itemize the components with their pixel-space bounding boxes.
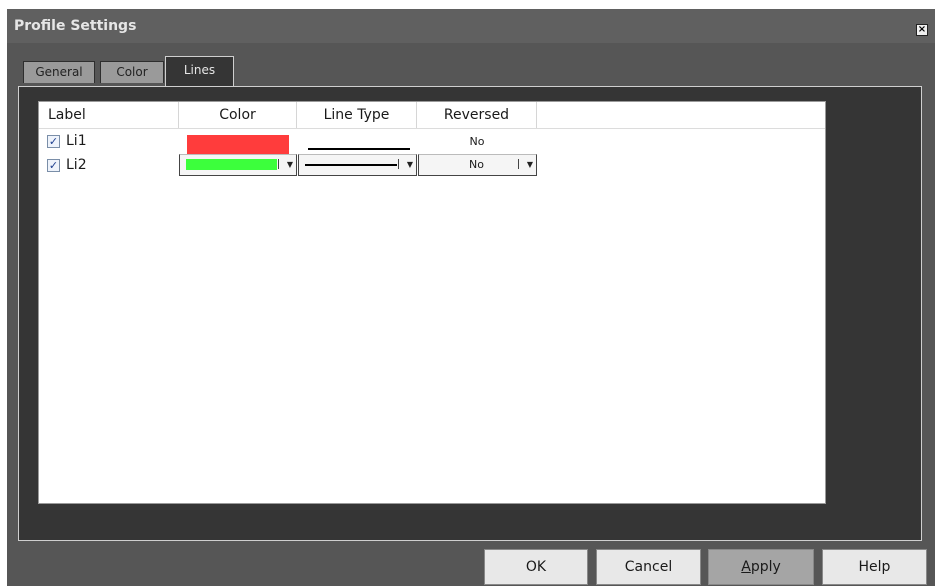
column-header-color[interactable]: Color [179, 102, 297, 128]
ok-button[interactable]: OK [484, 549, 588, 585]
cancel-button[interactable]: Cancel [596, 549, 701, 585]
li2-label: Li2 [66, 157, 87, 173]
li2-checkbox[interactable]: ✓ [47, 159, 60, 172]
grid-header: Label Color Line Type Reversed [39, 102, 825, 129]
chevron-down-icon[interactable]: ▼ [277, 157, 293, 173]
grid-row-li2[interactable]: ✓ Li2 ▼ ▼ No ▼ [39, 154, 825, 178]
help-button[interactable]: Help [822, 549, 927, 585]
apply-label-rest: pply [750, 559, 781, 575]
li1-color-swatch[interactable] [187, 135, 289, 156]
chevron-down-icon[interactable]: ▼ [397, 157, 413, 173]
tab-color[interactable]: Color [100, 61, 164, 83]
chevron-down-icon[interactable]: ▼ [517, 157, 533, 173]
lines-grid: Label Color Line Type Reversed ✓ Li1 No … [38, 101, 826, 504]
li1-reversed-value[interactable]: No [417, 135, 537, 148]
close-button[interactable]: × [916, 24, 928, 36]
title-bar: Profile Settings × [7, 9, 935, 43]
li2-line-type-sample [305, 164, 397, 166]
li2-line-type-dropdown[interactable]: ▼ [298, 154, 417, 176]
li2-color-swatch [186, 159, 277, 170]
profile-settings-dialog: Profile Settings × General Color Lines L… [7, 9, 935, 586]
column-header-label[interactable]: Label [39, 102, 179, 128]
li1-label: Li1 [66, 133, 87, 149]
li2-reversed-dropdown[interactable]: No ▼ [418, 154, 537, 176]
column-header-reversed[interactable]: Reversed [417, 102, 537, 128]
apply-mnemonic: A [741, 559, 751, 575]
li2-reversed-value: No [469, 158, 484, 171]
tab-general[interactable]: General [23, 61, 95, 83]
window-title: Profile Settings [14, 18, 137, 34]
column-header-line-type[interactable]: Line Type [297, 102, 417, 128]
grid-row-li1[interactable]: ✓ Li1 No [39, 130, 825, 156]
li1-checkbox[interactable]: ✓ [47, 135, 60, 148]
li2-color-dropdown[interactable]: ▼ [179, 154, 297, 176]
tab-lines[interactable]: Lines [165, 56, 234, 86]
li1-line-type-sample[interactable] [308, 148, 410, 150]
apply-button[interactable]: Apply [708, 549, 814, 585]
